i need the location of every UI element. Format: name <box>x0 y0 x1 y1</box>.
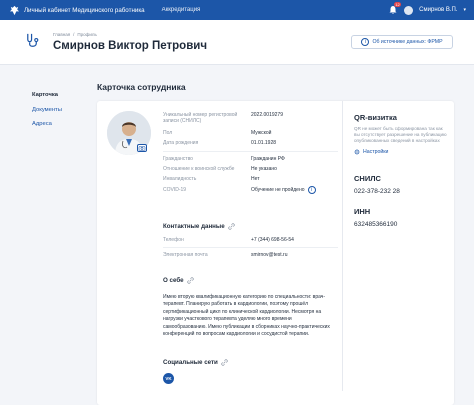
field-row: Инвалидность Нет <box>163 174 338 184</box>
notification-badge: 12 <box>393 2 402 7</box>
sidebar-item-documents[interactable]: Документы <box>32 107 62 113</box>
divider <box>163 150 338 152</box>
social-title: Социальные сети <box>163 359 218 366</box>
field-label: Телефон <box>163 237 184 244</box>
field-row: Телефон +7 (344) 698-56-54 <box>163 235 338 245</box>
inn-value: 632485366190 <box>354 220 398 228</box>
page-title: Смирнов Виктор Петрович <box>53 40 208 52</box>
field-row: Отношение к воинской службе Не указано <box>163 164 338 174</box>
emblem-logo-icon[interactable] <box>9 5 20 16</box>
avatar[interactable] <box>404 5 414 15</box>
field-label: Уникальный номер регистровой записи (СНИ… <box>163 112 238 124</box>
field-value: Не указано <box>251 166 277 173</box>
social-heading: Социальные сети <box>163 359 228 366</box>
field-value: 01.01.1928 <box>251 140 277 147</box>
field-value: 2022.0019279 <box>251 112 283 118</box>
field-label: Отношение к воинской службе <box>163 166 235 173</box>
qr-description: QR не может быть сформирована так как вы… <box>354 126 447 144</box>
divider <box>163 247 338 249</box>
personal-fields: Уникальный номер регистровой записи (СНИ… <box>163 111 338 195</box>
field-label: Инвалидность <box>163 176 197 183</box>
link-icon[interactable] <box>221 359 228 366</box>
data-source-button[interactable]: i Об источнике данных: ФРМР <box>351 35 453 49</box>
breadcrumb-profile: Профиль <box>77 32 97 37</box>
field-label: Электронная почта <box>163 252 208 259</box>
section-title: Карточка сотрудника <box>97 82 186 92</box>
field-row: COVID-19 Обучение не пройдено i <box>163 184 338 194</box>
field-label: Дата рождения <box>163 140 199 147</box>
nav-link-accreditation[interactable]: Аккредитация <box>162 7 201 13</box>
breadcrumb-home[interactable]: Главная <box>53 32 70 37</box>
top-bar: Личный кабинет Медицинского работника Ак… <box>0 0 474 20</box>
field-value: Обучение не пройдено i <box>251 185 316 194</box>
covid-status: Обучение не пройдено <box>251 186 305 193</box>
field-value: Нет <box>251 176 260 183</box>
profile-header: Главная / Профиль Смирнов Виктор Петрови… <box>0 20 474 65</box>
stethoscope-icon <box>27 33 39 47</box>
breadcrumb: Главная / Профиль <box>53 32 97 37</box>
user-area: 12 Смирнов В.П. ▾ <box>388 0 466 20</box>
contacts-title: Контактные данные <box>163 223 225 230</box>
about-text: Имею вторую квалификационную категорию п… <box>163 294 330 338</box>
breadcrumb-separator: / <box>73 32 75 37</box>
about-title: О себе <box>163 277 184 284</box>
phone-value[interactable]: +7 (344) 698-56-54 <box>251 237 294 243</box>
field-value: Мужской <box>251 130 272 137</box>
qr-title: QR-визитка <box>354 113 397 122</box>
field-row: Электронная почта smirnov@test.ru <box>163 250 338 260</box>
field-row: Уникальный номер регистровой записи (СНИ… <box>163 111 338 128</box>
user-name[interactable]: Смирнов В.П. <box>419 7 457 13</box>
field-value: Гражданин РФ <box>251 155 285 162</box>
app-title[interactable]: Личный кабинет Медицинского работника <box>24 7 145 14</box>
settings-label: Настройки <box>363 148 389 155</box>
column-divider <box>342 101 343 391</box>
right-panel: QR-визитка QR не может быть сформирована… <box>354 113 449 228</box>
snils-value: 022-378-232 28 <box>354 187 400 195</box>
info-icon: i <box>361 38 370 46</box>
sidebar-item-card[interactable]: Карточка <box>32 92 62 98</box>
notifications-button[interactable]: 12 <box>388 2 402 15</box>
email-value[interactable]: smirnov@test.ru <box>251 252 287 258</box>
inn-title: ИНН <box>354 206 371 216</box>
vk-icon[interactable]: VK <box>163 373 174 384</box>
field-row: Пол Мужской <box>163 128 338 138</box>
field-label: Пол <box>163 130 173 137</box>
gear-icon <box>354 149 360 154</box>
employee-card: Уникальный номер регистровой записи (СНИ… <box>97 101 454 405</box>
sidebar-item-addresses[interactable]: Адреса <box>32 121 62 127</box>
settings-link[interactable]: Настройки <box>354 149 449 155</box>
sidebar: Карточка Документы Адреса <box>32 92 62 127</box>
link-icon[interactable] <box>227 223 235 230</box>
snils-title: СНИЛС <box>354 173 381 183</box>
camera-icon[interactable] <box>137 144 147 152</box>
field-label: COVID-19 <box>163 186 187 193</box>
contact-fields: Телефон +7 (344) 698-56-54 Электронная п… <box>163 235 338 261</box>
about-heading: О себе <box>163 277 194 284</box>
chevron-down-icon[interactable]: ▾ <box>463 7 466 13</box>
info-icon[interactable]: i <box>307 185 316 194</box>
field-row: Гражданство Гражданин РФ <box>163 154 338 164</box>
data-source-label: Об источнике данных: ФРМР <box>372 39 443 45</box>
field-row: Дата рождения 01.01.1928 <box>163 138 338 148</box>
link-icon[interactable] <box>186 277 194 284</box>
contacts-heading: Контактные данные <box>163 223 235 230</box>
field-label: Гражданство <box>163 155 193 162</box>
